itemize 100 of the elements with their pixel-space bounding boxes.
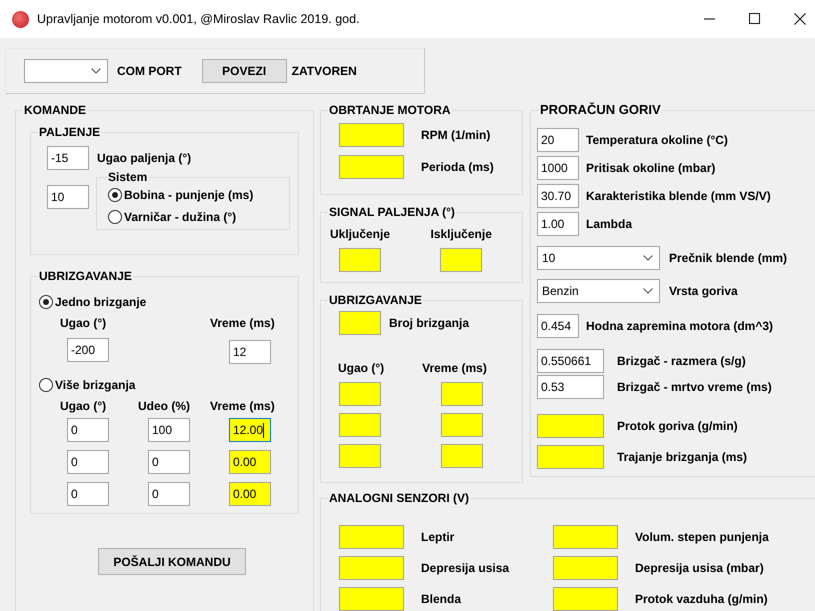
dropdown[interactable]: Benzin [537, 278, 660, 302]
send-command-button[interactable]: POŠALJI KOMANDU [98, 548, 246, 575]
group-title: Sistem [107, 170, 148, 184]
text-field[interactable]: 1.00 [537, 212, 579, 236]
app-icon [12, 10, 29, 28]
text-caret [263, 422, 264, 438]
field-label: Hodna zapremina motora (dm^3) [586, 319, 774, 333]
radio-button[interactable] [108, 188, 122, 202]
radio-label[interactable]: Više brizganja [55, 378, 136, 392]
text-field[interactable]: 0 [67, 418, 109, 442]
sensor-label: Blenda [421, 592, 462, 606]
text-field[interactable]: 0.00 [229, 450, 271, 474]
readout-field [440, 248, 482, 272]
field-label: Prečnik blende (mm) [669, 250, 788, 264]
readout-field [441, 444, 483, 468]
field-label: Ugao paljenja (°) [97, 151, 192, 165]
radio-button[interactable] [39, 378, 53, 392]
readout-field [339, 586, 404, 610]
close-icon[interactable] [794, 13, 806, 25]
text-field[interactable]: 12 [229, 340, 271, 364]
radio-label[interactable]: Jedno brizganje [55, 295, 146, 309]
group-title: UBRIZGAVANJE [328, 293, 423, 307]
column-label: Udeo (%) [138, 399, 190, 413]
dropdown[interactable]: 10 [537, 246, 660, 270]
column-label: Vreme (ms) [210, 399, 275, 413]
text-field[interactable]: 12.00 [229, 418, 271, 442]
column-label: Ugao (°) [60, 316, 106, 330]
connection-status: ZATVOREN [292, 64, 357, 78]
readout-field [441, 413, 483, 437]
text-field[interactable]: 0.53 [537, 375, 604, 399]
readout-label: Perioda (ms) [421, 160, 494, 174]
radio-label[interactable]: Bobina - punjenje (ms) [124, 188, 254, 202]
sensor-label: Protok vazduha (g/min) [635, 592, 768, 606]
text-field[interactable]: 30.70 [537, 184, 579, 208]
readout-field [339, 311, 381, 335]
column-label: Vreme (ms) [210, 316, 275, 330]
group-title: ANALOGNI SENZORI (V) [328, 491, 470, 505]
text-field[interactable]: 0 [148, 450, 190, 474]
readout-field [441, 382, 483, 406]
group-title: PALJENJE [38, 125, 102, 139]
window-title: Upravljanje motorom v0.001, @Miroslav Ravlic 2019. god. [37, 12, 360, 26]
field-label: Trajanje brizganja (ms) [617, 450, 748, 464]
sensor-label: Volum. stepen punjenja [635, 530, 769, 544]
text-field[interactable]: 0.00 [229, 482, 271, 506]
readout-label: RPM (1/min) [421, 128, 490, 142]
group-title: OBRTANJE MOTORA [328, 103, 452, 117]
field-label: Brizgač - mrtvo vreme (ms) [617, 380, 772, 394]
column-label: Ugao (°) [60, 399, 106, 413]
chevron-icon [643, 254, 653, 260]
readout-field [553, 556, 618, 580]
port-label: COM PORT [117, 64, 182, 78]
readout-field [553, 586, 618, 610]
text-field[interactable]: 1000 [537, 156, 579, 180]
group-title: SIGNAL PALJENJA (°) [328, 205, 456, 219]
column-label: Uključenje [330, 227, 392, 241]
text-field[interactable]: 0 [67, 450, 109, 474]
chevron-icon [643, 288, 653, 294]
field-label: Protok goriva (g/min) [617, 418, 738, 432]
group-title: UBRIZGAVANJE [38, 269, 133, 283]
sensor-label: Leptir [421, 530, 454, 544]
connect-button[interactable]: POVEZI [202, 59, 287, 83]
maximize-icon[interactable] [749, 13, 761, 25]
readout-field [339, 413, 381, 437]
text-field[interactable]: 100 [148, 418, 190, 442]
text-field[interactable]: 0 [148, 482, 190, 506]
port-dropdown[interactable] [24, 59, 108, 83]
text-field[interactable]: 20 [537, 128, 579, 152]
field-label: Karakteristika blende (mm VS/V) [586, 189, 771, 203]
radio-button[interactable] [39, 295, 53, 309]
field-label: Pritisak okoline (mbar) [586, 161, 716, 175]
group-title: KOMANDE [23, 103, 87, 117]
readout-field [339, 382, 381, 406]
text-field[interactable]: 10 [47, 185, 89, 209]
readout-label: Broj brizganja [389, 316, 470, 330]
field-label: Temperatura okoline (°C) [586, 133, 728, 147]
readout-field [339, 556, 404, 580]
sensor-label: Depresija usisa (mbar) [635, 560, 764, 574]
field-label: Brizgač - razmera (s/g) [617, 354, 746, 368]
text-field[interactable]: 0.454 [537, 314, 579, 338]
readout-field [537, 444, 604, 468]
text-field[interactable]: -15 [47, 146, 89, 170]
radio-label[interactable]: Varničar - dužina (°) [124, 210, 236, 224]
field-label: Lambda [586, 217, 632, 231]
readout-field [339, 524, 404, 548]
readout-field [339, 248, 381, 272]
text-field[interactable]: 0 [67, 482, 109, 506]
readout-field [339, 123, 404, 147]
chevron-icon [91, 68, 101, 74]
readout-field [339, 444, 381, 468]
text-field[interactable]: -200 [67, 338, 109, 362]
readout-field [537, 414, 604, 438]
readout-field [339, 155, 404, 179]
column-label: Isključenje [430, 227, 493, 241]
field-label: Vrsta goriva [669, 284, 738, 298]
text-field[interactable]: 0.550661 [537, 349, 604, 373]
column-label: Ugao (°) [338, 361, 384, 375]
readout-field [553, 524, 618, 548]
sensor-label: Depresija usisa [421, 560, 510, 574]
radio-button[interactable] [108, 210, 122, 224]
column-label: Vreme (ms) [422, 361, 487, 375]
